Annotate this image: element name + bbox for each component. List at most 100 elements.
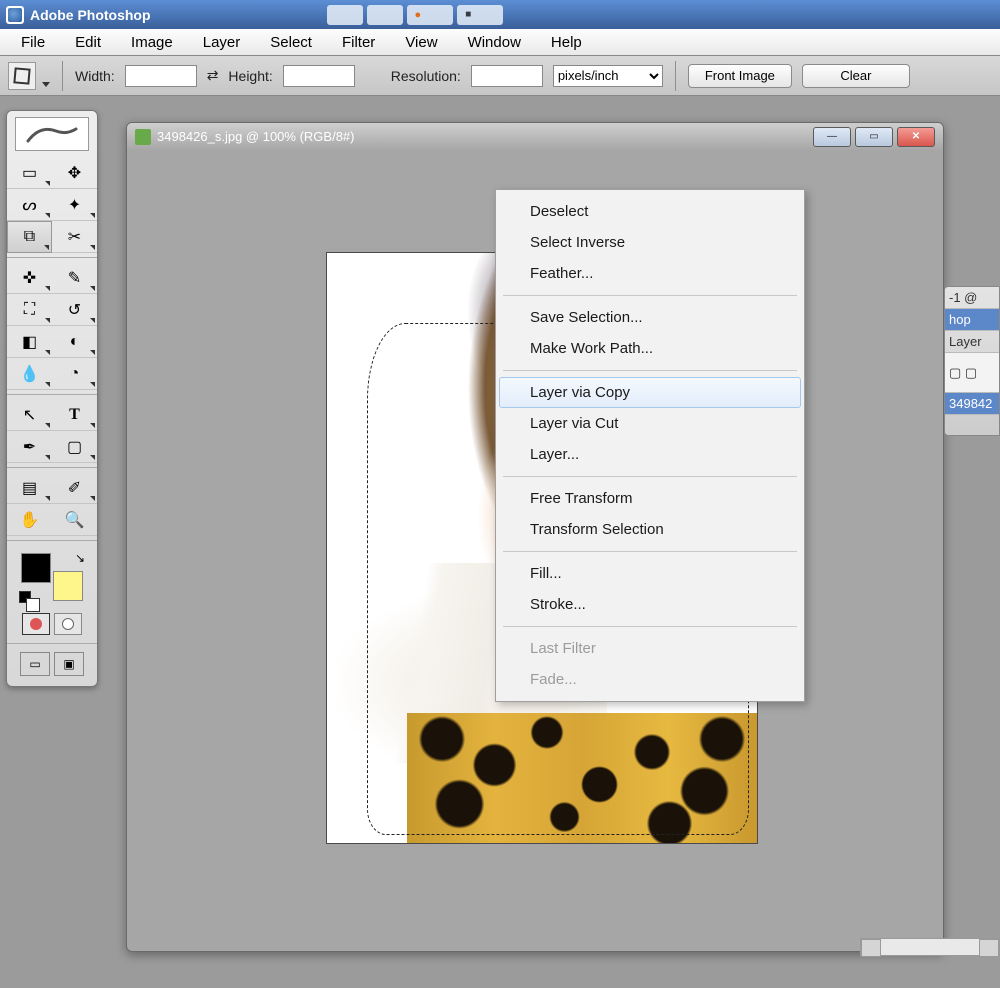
- options-bar: Width: ⇄ Height: Resolution: pixels/inch…: [0, 56, 1000, 96]
- os-tab[interactable]: [367, 5, 403, 25]
- separator: [7, 467, 97, 468]
- menubar: File Edit Image Layer Select Filter View…: [0, 29, 1000, 56]
- tool-move[interactable]: ✥: [52, 157, 97, 189]
- resolution-label: Resolution:: [391, 68, 461, 84]
- tool-notes[interactable]: ▤: [7, 472, 52, 504]
- screen-mode-switch: ▭ ▣: [7, 652, 97, 676]
- maximize-button[interactable]: ▭: [855, 127, 893, 147]
- front-image-button[interactable]: Front Image: [688, 64, 792, 88]
- ctx-deselect[interactable]: Deselect: [499, 196, 801, 227]
- menu-filter[interactable]: Filter: [327, 30, 390, 55]
- default-colors-icon[interactable]: [19, 591, 31, 603]
- menu-window[interactable]: Window: [453, 30, 536, 55]
- document-title: 3498426_s.jpg @ 100% (RGB/8#): [157, 129, 354, 144]
- chevron-down-icon[interactable]: [42, 82, 50, 87]
- ctx-layer-via-cut[interactable]: Layer via Cut: [499, 408, 801, 439]
- os-tab[interactable]: [327, 5, 363, 25]
- separator: [7, 643, 97, 644]
- menu-view[interactable]: View: [390, 30, 452, 55]
- minimize-button[interactable]: —: [813, 127, 851, 147]
- screen-mode-full[interactable]: ▣: [54, 652, 84, 676]
- color-swatches[interactable]: ↘: [17, 549, 87, 605]
- screen-mode-standard[interactable]: ▭: [20, 652, 50, 676]
- tool-path-select[interactable]: ↖: [7, 399, 52, 431]
- ctx-layer-via-copy[interactable]: Layer via Copy: [499, 377, 801, 408]
- work-area: 3498426_s.jpg @ 100% (RGB/8#) — ▭ ✕ Dese…: [0, 96, 1000, 988]
- file-icon: [135, 129, 151, 145]
- tool-magic-wand[interactable]: ✦: [52, 189, 97, 221]
- ctx-stroke[interactable]: Stroke...: [499, 589, 801, 620]
- ctx-last-filter: Last Filter: [499, 633, 801, 664]
- app-titlebar: Adobe Photoshop: [0, 0, 1000, 29]
- tool-healing-brush[interactable]: ✜: [7, 262, 52, 294]
- separator: [7, 394, 97, 395]
- height-label: Height:: [228, 68, 272, 84]
- standard-mode-button[interactable]: [22, 613, 50, 635]
- tools-palette: ▭ ✥ ᔕ ✦ ⧉ ✂ ✜ ✎ ⛶ ↺ ◧ ◐ 💧 ◔ ↖ T ✒ ▢ ▤ ✐ …: [6, 110, 98, 687]
- clear-button[interactable]: Clear: [802, 64, 910, 88]
- tool-blur[interactable]: 💧: [7, 358, 52, 390]
- ctx-transform-selection[interactable]: Transform Selection: [499, 514, 801, 545]
- tool-shape[interactable]: ▢: [52, 431, 97, 463]
- crop-tool-preset-icon[interactable]: [8, 62, 36, 90]
- ctx-fill[interactable]: Fill...: [499, 558, 801, 589]
- tool-gradient[interactable]: ◐: [52, 326, 97, 358]
- os-tab[interactable]: [457, 5, 503, 25]
- peek-row: hop: [945, 309, 999, 331]
- swap-colors-icon[interactable]: ↘: [75, 551, 85, 565]
- menu-edit[interactable]: Edit: [60, 30, 116, 55]
- height-input[interactable]: [283, 65, 355, 87]
- tool-eraser[interactable]: ◧: [7, 326, 52, 358]
- separator: [675, 61, 676, 91]
- ctx-save-selection[interactable]: Save Selection...: [499, 302, 801, 333]
- tool-brush[interactable]: ✎: [52, 262, 97, 294]
- foreground-color-swatch[interactable]: [21, 553, 51, 583]
- tool-crop[interactable]: ⧉: [7, 221, 52, 253]
- ctx-free-transform[interactable]: Free Transform: [499, 483, 801, 514]
- swap-dimensions-icon[interactable]: ⇄: [207, 67, 219, 84]
- horizontal-scrollbar[interactable]: [860, 938, 1000, 956]
- tool-marquee[interactable]: ▭: [7, 157, 52, 189]
- tool-history-brush[interactable]: ↺: [52, 294, 97, 326]
- tool-pen[interactable]: ✒: [7, 431, 52, 463]
- ctx-feather[interactable]: Feather...: [499, 258, 801, 289]
- peek-row: Layer: [945, 331, 999, 353]
- close-button[interactable]: ✕: [897, 127, 935, 147]
- menu-select[interactable]: Select: [255, 30, 327, 55]
- tool-type[interactable]: T: [52, 399, 97, 431]
- ctx-new-layer[interactable]: Layer...: [499, 439, 801, 470]
- menu-help[interactable]: Help: [536, 30, 597, 55]
- width-input[interactable]: [125, 65, 197, 87]
- tool-slice[interactable]: ✂: [52, 221, 97, 253]
- ctx-make-work-path[interactable]: Make Work Path...: [499, 333, 801, 364]
- os-tabs: [327, 5, 504, 25]
- app-title: Adobe Photoshop: [30, 7, 151, 23]
- tool-clone-stamp[interactable]: ⛶: [7, 294, 52, 326]
- tool-eyedropper[interactable]: ✐: [52, 472, 97, 504]
- ctx-select-inverse[interactable]: Select Inverse: [499, 227, 801, 258]
- brush-preview: [15, 117, 89, 151]
- resolution-input[interactable]: [471, 65, 543, 87]
- separator: [7, 257, 97, 258]
- tool-zoom[interactable]: 🔍: [52, 504, 97, 536]
- background-color-swatch[interactable]: [53, 571, 83, 601]
- separator: [62, 61, 63, 91]
- quick-mask-button[interactable]: [54, 613, 82, 635]
- peek-row: -1 @: [945, 287, 999, 309]
- layers-palette-peek[interactable]: -1 @ hop Layer ▢ ▢ 349842: [944, 286, 1000, 436]
- document-titlebar[interactable]: 3498426_s.jpg @ 100% (RGB/8#) — ▭ ✕: [127, 123, 943, 150]
- quick-mask-toggle: [7, 613, 97, 635]
- context-menu: Deselect Select Inverse Feather... Save …: [495, 189, 805, 702]
- os-tab[interactable]: [407, 5, 454, 25]
- tool-lasso[interactable]: ᔕ: [7, 189, 52, 221]
- width-label: Width:: [75, 68, 115, 84]
- menu-file[interactable]: File: [6, 30, 60, 55]
- menu-image[interactable]: Image: [116, 30, 188, 55]
- photoshop-logo-icon: [6, 6, 24, 24]
- resolution-units-select[interactable]: pixels/inch: [553, 65, 663, 87]
- tool-dodge[interactable]: ◔: [52, 358, 97, 390]
- tool-hand[interactable]: ✋: [7, 504, 52, 536]
- separator: [7, 540, 97, 541]
- ctx-fade: Fade...: [499, 664, 801, 695]
- menu-layer[interactable]: Layer: [188, 30, 256, 55]
